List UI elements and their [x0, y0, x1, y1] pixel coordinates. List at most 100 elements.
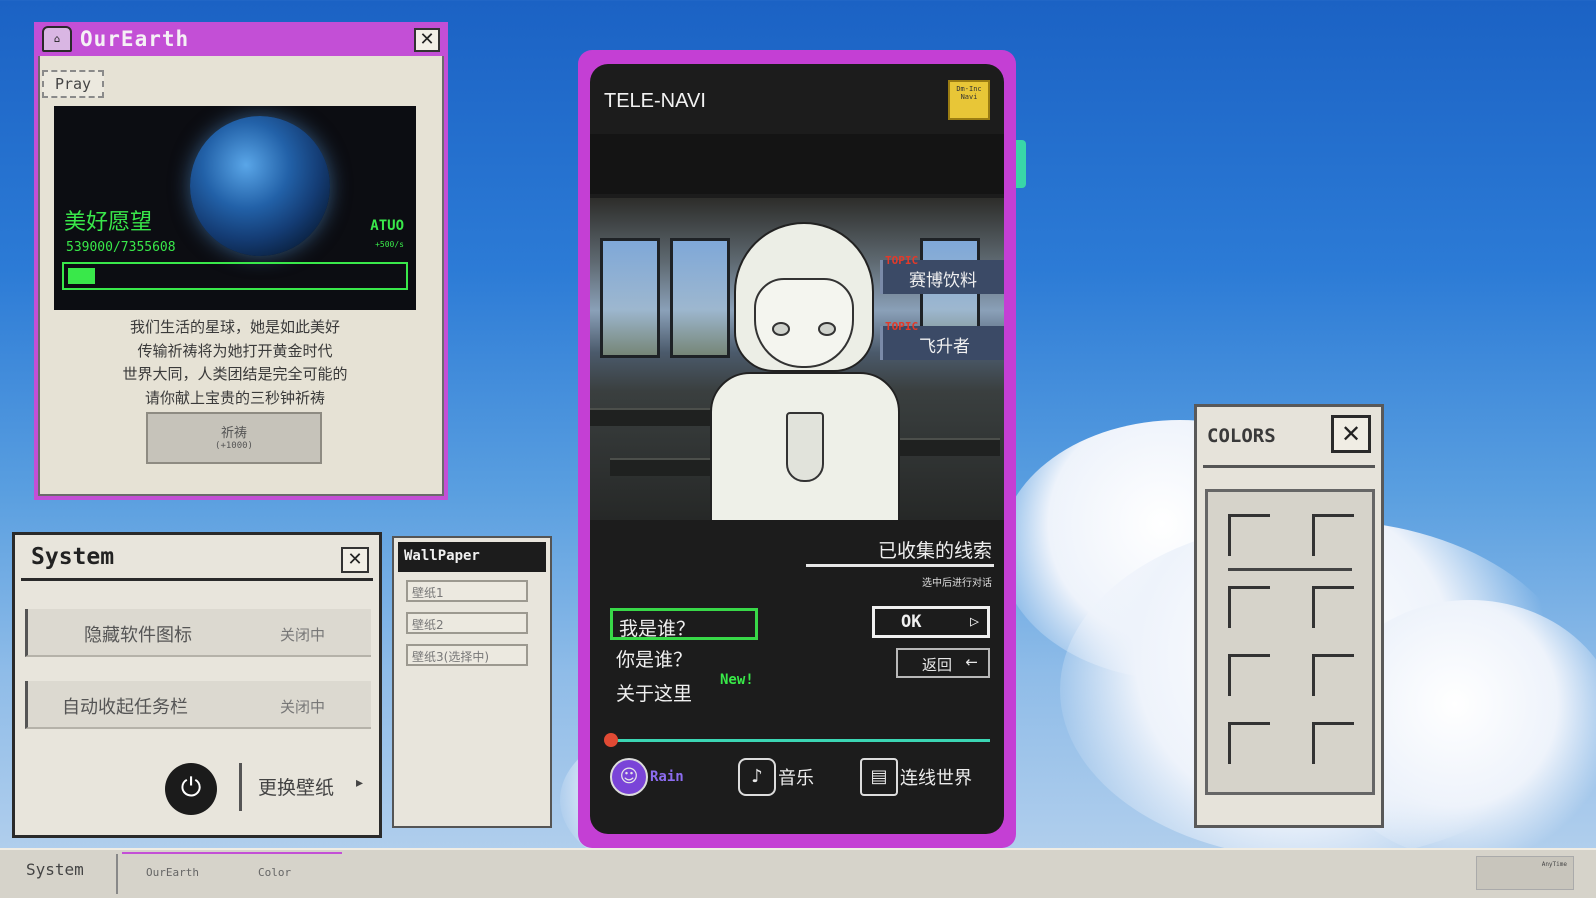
earth-globe-image [190, 116, 330, 256]
topic-text: 赛博饮料 [909, 271, 977, 291]
wallpaper-option-selected[interactable]: 壁纸3(选择中) [406, 644, 528, 666]
chevron-right-icon: ▸ [355, 775, 363, 791]
prayer-count: 539000/7355608 [66, 240, 176, 255]
nav-connect-world[interactable]: ▤ 连线世界 [860, 754, 972, 800]
color-swatch[interactable] [1312, 586, 1354, 628]
pray-button[interactable]: 祈祷 (+1000) [146, 412, 322, 464]
wallpaper-option[interactable]: 壁纸1 [406, 580, 528, 602]
question-option-selected[interactable]: 我是谁？ [610, 608, 758, 640]
wallpaper-title: WallPaper [398, 542, 546, 572]
close-icon[interactable]: ✕ [1331, 415, 1371, 453]
nav-label: 连线世界 [900, 768, 972, 789]
color-swatch[interactable] [1312, 514, 1354, 556]
rain-avatar-icon: ☺ [610, 758, 648, 796]
description-line: 请你献上宝贵的三秒钟祈祷 [144, 388, 325, 407]
new-badge: New! [720, 672, 754, 688]
character-eye [772, 322, 790, 336]
ok-button-label: OK [901, 612, 922, 632]
classroom-desk [890, 438, 1000, 456]
wish-label: 美好愿望 [64, 210, 153, 235]
colors-window: COLORS ✕ [1194, 404, 1384, 828]
pray-button-label: 祈祷 [220, 426, 247, 441]
prayer-progress-fill [68, 268, 96, 284]
setting-status: 关闭中 [279, 626, 325, 644]
tele-header-band [590, 134, 1004, 194]
nav-label: Rain [650, 769, 684, 785]
divider [116, 854, 118, 894]
description-line: 传输祈祷将为她打开黄金时代 [137, 341, 333, 360]
color-swatch-panel [1205, 489, 1375, 795]
color-swatch[interactable] [1228, 722, 1270, 764]
pray-button-bonus: (+1000) [215, 441, 253, 451]
back-button-label: 返回 [922, 656, 953, 674]
system-window: System ✕ 隐藏软件图标 关闭中 自动收起任务栏 关闭中 ⏻ 更换壁纸 ▸ [12, 532, 382, 838]
tele-side-tab[interactable] [1016, 140, 1026, 188]
character-rain [710, 222, 900, 520]
computer-icon: ▤ [860, 758, 898, 796]
divider [1228, 568, 1352, 571]
color-swatch[interactable] [1228, 654, 1270, 696]
wallpaper-window: WallPaper 壁纸1 壁纸2 壁纸3(选择中) [392, 536, 552, 828]
auto-hide-taskbar-toggle[interactable]: 自动收起任务栏 关闭中 [25, 681, 371, 729]
divider [806, 564, 994, 567]
topic-card[interactable]: TOPIC 赛博饮料 [880, 254, 1004, 294]
tab-pray[interactable]: Pray [42, 70, 104, 98]
close-icon[interactable]: ✕ [341, 547, 369, 573]
question-option[interactable]: 你是谁？ [610, 642, 758, 674]
tele-navi-title: TELE-NAVI [604, 90, 706, 112]
taskbar-item[interactable]: Color [258, 866, 291, 879]
color-swatch[interactable] [1228, 586, 1270, 628]
hide-icons-toggle[interactable]: 隐藏软件图标 关闭中 [25, 609, 371, 657]
system-titlebar[interactable]: System ✕ [21, 541, 373, 581]
ok-button[interactable]: OK ▷ [872, 606, 990, 638]
collected-clues-title: 已收集的线索 [877, 540, 992, 562]
auto-mode-label: ATUO [370, 218, 404, 234]
taskbar: System OurEarth Color AnyTime [0, 848, 1596, 898]
tele-navi-window: TELE-NAVI Dm-Inc Navi TOPIC 赛博饮料 TOPIC 飞… [578, 50, 1016, 848]
dialogue-progress-handle[interactable] [604, 733, 618, 747]
power-icon[interactable]: ⏻ [165, 763, 217, 815]
change-wallpaper-button[interactable]: 更换壁纸 ▸ [239, 763, 369, 811]
setting-label: 隐藏软件图标 [84, 625, 192, 646]
ourearth-window: ⌂ OurEarth ✕ Pray 美好愿望 539000/7355608 AT… [34, 22, 448, 500]
taskbar-accent [122, 852, 342, 854]
prayer-rate: +500/s [375, 240, 404, 249]
close-icon[interactable]: ✕ [414, 28, 440, 52]
character-portrait: TOPIC 赛博饮料 TOPIC 飞升者 [590, 198, 1004, 520]
music-icon: ♪ [738, 758, 776, 796]
taskbar-system-button[interactable]: System [26, 860, 84, 879]
ourearth-titlebar[interactable]: ⌂ OurEarth [34, 22, 448, 56]
nav-rain[interactable]: ☺ Rain [610, 754, 684, 800]
home-icon: ⌂ [42, 26, 72, 52]
setting-status: 关闭中 [279, 698, 325, 716]
color-swatch[interactable] [1312, 722, 1354, 764]
ourearth-title: OurEarth [80, 27, 190, 51]
character-face [754, 278, 854, 368]
nav-label: 音乐 [778, 768, 814, 789]
earth-display: 美好愿望 539000/7355608 ATUO +500/s [54, 106, 416, 310]
tele-navi-screen: TELE-NAVI Dm-Inc Navi TOPIC 赛博饮料 TOPIC 飞… [590, 64, 1004, 834]
topic-text: 飞升者 [919, 337, 970, 357]
tele-badge-icon: Dm-Inc Navi [948, 80, 990, 120]
topic-card[interactable]: TOPIC 飞升者 [880, 320, 1004, 360]
system-title: System [31, 544, 115, 570]
divider [1203, 465, 1375, 468]
change-wallpaper-label: 更换壁纸 [258, 777, 335, 799]
description-line: 我们生活的星球，她是如此美好 [129, 318, 340, 336]
color-swatch[interactable] [1312, 654, 1354, 696]
classroom-window [600, 238, 660, 358]
dialogue-progress-track[interactable] [610, 739, 990, 742]
description-line: 世界大同，人类团结是完全可能的 [122, 365, 348, 383]
taskbar-item[interactable]: OurEarth [146, 866, 199, 879]
taskbar-clock: AnyTime [1476, 856, 1574, 890]
character-scarf [786, 412, 824, 482]
topic-tag: TOPIC [885, 320, 919, 333]
arrow-left-icon: ← [965, 653, 978, 671]
nav-music[interactable]: ♪ 音乐 [738, 754, 814, 800]
earth-description: 我们生活的星球，她是如此美好 传输祈祷将为她打开黄金时代 世界大同，人类团结是完… [54, 316, 416, 410]
wallpaper-option[interactable]: 壁纸2 [406, 612, 528, 634]
back-button[interactable]: 返回 ← [896, 648, 990, 678]
play-icon: ▷ [969, 612, 979, 630]
clues-hint: 选中后进行对话 [922, 578, 992, 589]
color-swatch[interactable] [1228, 514, 1270, 556]
